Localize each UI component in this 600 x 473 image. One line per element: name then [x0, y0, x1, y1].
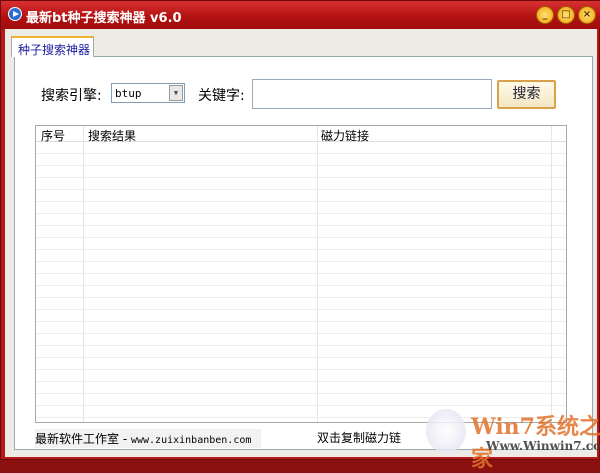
table-body	[36, 142, 566, 422]
minimize-button[interactable]: _	[536, 6, 554, 24]
footer-hint: 双击复制磁力链	[317, 431, 402, 445]
keyword-input[interactable]	[252, 79, 492, 109]
window-title: 最新bt种子搜索神器 v6.0	[26, 11, 182, 26]
engine-select[interactable]: btup ▼	[111, 83, 185, 103]
app-icon	[8, 7, 22, 21]
app-window: 最新bt种子搜索神器 v6.0 _ □ × 种子搜索神器 搜索引擎: btup …	[0, 0, 600, 472]
chevron-down-icon[interactable]: ▼	[169, 85, 183, 101]
engine-label: 搜索引擎:	[41, 88, 102, 104]
keyword-label: 关键字:	[198, 88, 245, 104]
tab-seed-search[interactable]: 种子搜索神器	[11, 36, 94, 57]
footer-studio-name: 最新软件工作室 -	[35, 432, 131, 446]
footer-studio: 最新软件工作室 - www.zuixinbanben.com	[35, 429, 262, 448]
footer-url[interactable]: www.zuixinbanben.com	[131, 435, 251, 446]
watermark: Win7系统之家 Www.Winwin7.com	[416, 405, 600, 472]
search-button[interactable]: 搜索	[497, 80, 556, 109]
engine-value: btup	[115, 87, 142, 100]
windows-logo-icon	[426, 409, 466, 453]
table-header: 序号 搜索结果 磁力链接	[36, 126, 566, 143]
close-button[interactable]: ×	[578, 6, 596, 24]
maximize-button[interactable]: □	[557, 6, 575, 24]
watermark-url: Www.Winwin7.com	[486, 439, 600, 453]
results-table[interactable]: 序号 搜索结果 磁力链接	[35, 125, 567, 423]
title-bar: 最新bt种子搜索神器 v6.0 _ □ ×	[1, 1, 600, 29]
